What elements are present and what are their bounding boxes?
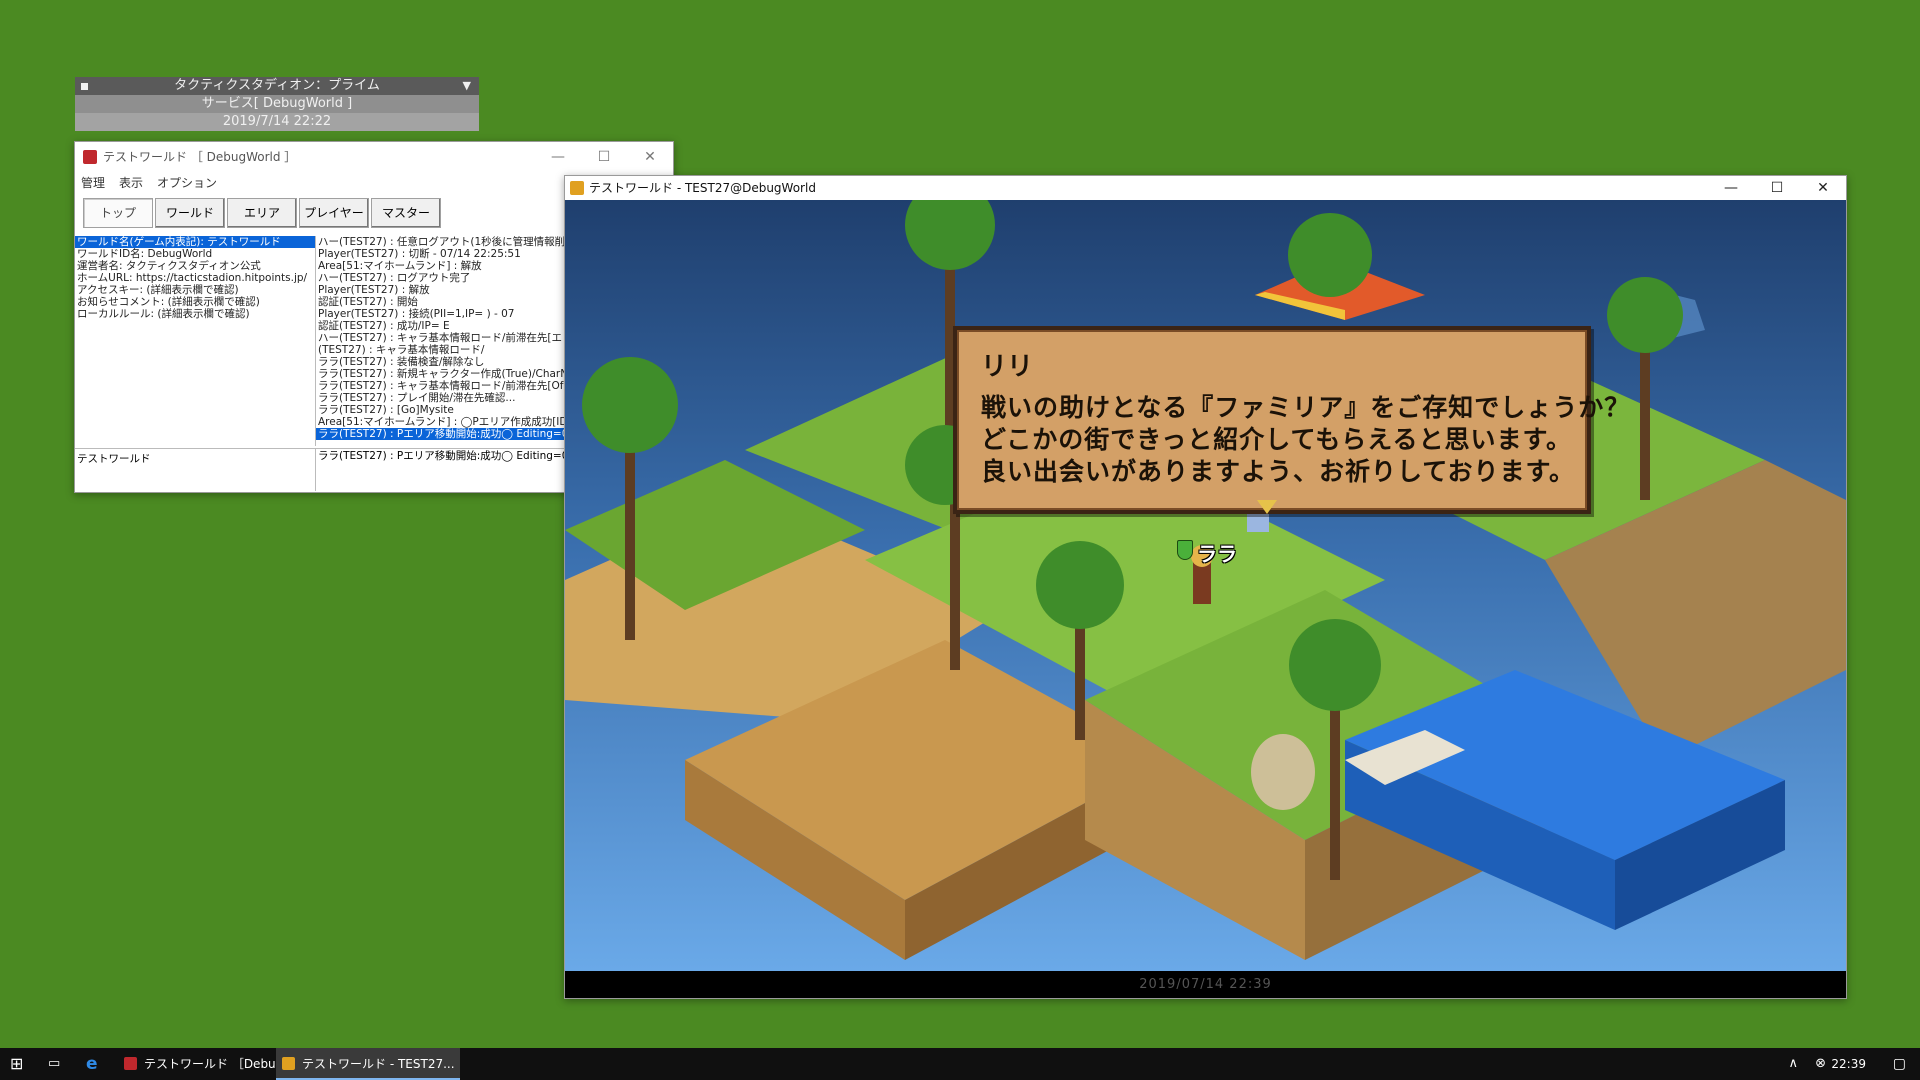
tab-top[interactable]: トップ <box>83 198 153 228</box>
game-titlebar[interactable]: テストワールド - TEST27@DebugWorld — ☐ ✕ <box>565 176 1846 200</box>
widget-title-row[interactable]: タクティクスタディオン：プライム ▼ <box>75 77 479 95</box>
game-window: テストワールド - TEST27@DebugWorld — ☐ ✕ ララ リリ … <box>564 175 1847 999</box>
system-clock[interactable]: 22:39 <box>1831 1048 1866 1080</box>
notification-icon[interactable]: ▢ <box>1893 1048 1906 1080</box>
speaker-name: リリ <box>981 352 1034 382</box>
menu-manage[interactable]: 管理 <box>81 172 105 194</box>
widget-square-icon <box>81 83 88 90</box>
info-item-access-key[interactable]: アクセスキー: (詳細表示欄で確認) <box>75 284 315 296</box>
game-viewport[interactable]: ララ リリ 戦いの助けとなる『ファミリア』をご存知でしょうか？ どこかの街できっ… <box>565 200 1846 971</box>
admin-titlebar[interactable]: テストワールド ［ DebugWorld ］ — ☐ ✕ <box>75 142 673 172</box>
widget-datetime: 2019/7/14 22:22 <box>75 113 479 131</box>
widget-title: タクティクスタディオン：プライム <box>174 78 380 93</box>
tab-world[interactable]: ワールド <box>155 198 225 228</box>
isometric-scene <box>565 200 1846 971</box>
network-icon[interactable]: ⊗ <box>1815 1048 1826 1080</box>
widget-service: サービス[ DebugWorld ] <box>75 95 479 113</box>
service-status-widget: タクティクスタディオン：プライム ▼ サービス[ DebugWorld ] 20… <box>75 77 479 131</box>
tab-player[interactable]: プレイヤー <box>299 198 369 228</box>
info-item-notice[interactable]: お知らせコメント: (詳細表示欄で確認) <box>75 296 315 308</box>
dialogue-line: 戦いの助けとなる『ファミリア』をご存知でしょうか？ <box>981 393 1631 422</box>
dialogue-line: 良い出会いがありますよう、お祈りしております。 <box>981 457 1576 486</box>
minimize-icon[interactable]: — <box>535 142 581 172</box>
maximize-icon[interactable]: ☐ <box>1754 176 1800 200</box>
world-footer-label: テストワールド <box>77 453 151 465</box>
maximize-icon[interactable]: ☐ <box>581 142 627 172</box>
info-item-home-url[interactable]: ホームURL: https://tacticstadion.hitpoints.… <box>75 272 315 284</box>
taskbar: ⊞ ▭ e テストワールド ［Debug... テストワールド - TEST27… <box>0 1048 1920 1080</box>
window-controls: — ☐ ✕ <box>535 142 673 172</box>
close-icon[interactable]: ✕ <box>1800 176 1846 200</box>
log-detail-text: ララ(TEST27) : Pエリア移動開始:成功◯ Editing=0 <box>315 449 568 491</box>
game-app-icon <box>570 181 584 195</box>
tab-area[interactable]: エリア <box>227 198 297 228</box>
admin-window-title: テストワールド ［ DebugWorld ］ <box>103 150 297 164</box>
game-datetime: 2019/07/14 22:39 <box>565 971 1846 998</box>
admin-app-icon <box>124 1057 137 1070</box>
taskbar-item-admin[interactable]: テストワールド ［Debug... <box>118 1048 295 1080</box>
edge-browser-icon[interactable]: e <box>86 1048 98 1080</box>
info-item-world-name[interactable]: ワールド名(ゲーム内表記): テストワールド <box>75 236 315 248</box>
taskbar-item-label: テストワールド ［Debug... <box>144 1057 295 1071</box>
task-view-icon[interactable]: ▭ <box>48 1048 60 1080</box>
taskbar-item-game[interactable]: テストワールド - TEST27... <box>276 1048 460 1080</box>
chevron-up-icon[interactable]: ∧ <box>1788 1048 1798 1080</box>
game-window-title: テストワールド - TEST27@DebugWorld <box>589 181 816 195</box>
dialogue-box[interactable]: リリ 戦いの助けとなる『ファミリア』をご存知でしょうか？ どこかの街できっと紹介… <box>953 326 1629 514</box>
minimize-icon[interactable]: — <box>1708 176 1754 200</box>
advance-arrow-icon[interactable] <box>1257 500 1277 514</box>
info-item-local-rule[interactable]: ローカルルール: (詳細表示欄で確認) <box>75 308 315 320</box>
app-icon <box>83 150 97 164</box>
menu-view[interactable]: 表示 <box>119 172 143 194</box>
windows-start-icon[interactable]: ⊞ <box>10 1048 23 1080</box>
taskbar-item-label: テストワールド - TEST27... <box>302 1057 455 1071</box>
close-icon[interactable]: ✕ <box>627 142 673 172</box>
info-item-world-id[interactable]: ワールドID名: DebugWorld <box>75 248 315 260</box>
character-name-label[interactable]: ララ <box>1197 538 1237 567</box>
info-item-operator[interactable]: 運営者名: タクティクスタディオン公式 <box>75 260 315 272</box>
dialogue-line: どこかの街できっと紹介してもらえると思います。 <box>981 425 1573 454</box>
game-app-icon <box>282 1057 295 1070</box>
dropdown-arrow-icon[interactable]: ▼ <box>463 77 471 95</box>
tab-master[interactable]: マスター <box>371 198 441 228</box>
character-badge-icon <box>1177 540 1193 560</box>
world-info-list[interactable]: ワールド名(ゲーム内表記): テストワールド ワールドID名: DebugWor… <box>75 236 315 446</box>
menu-options[interactable]: オプション <box>157 172 217 194</box>
